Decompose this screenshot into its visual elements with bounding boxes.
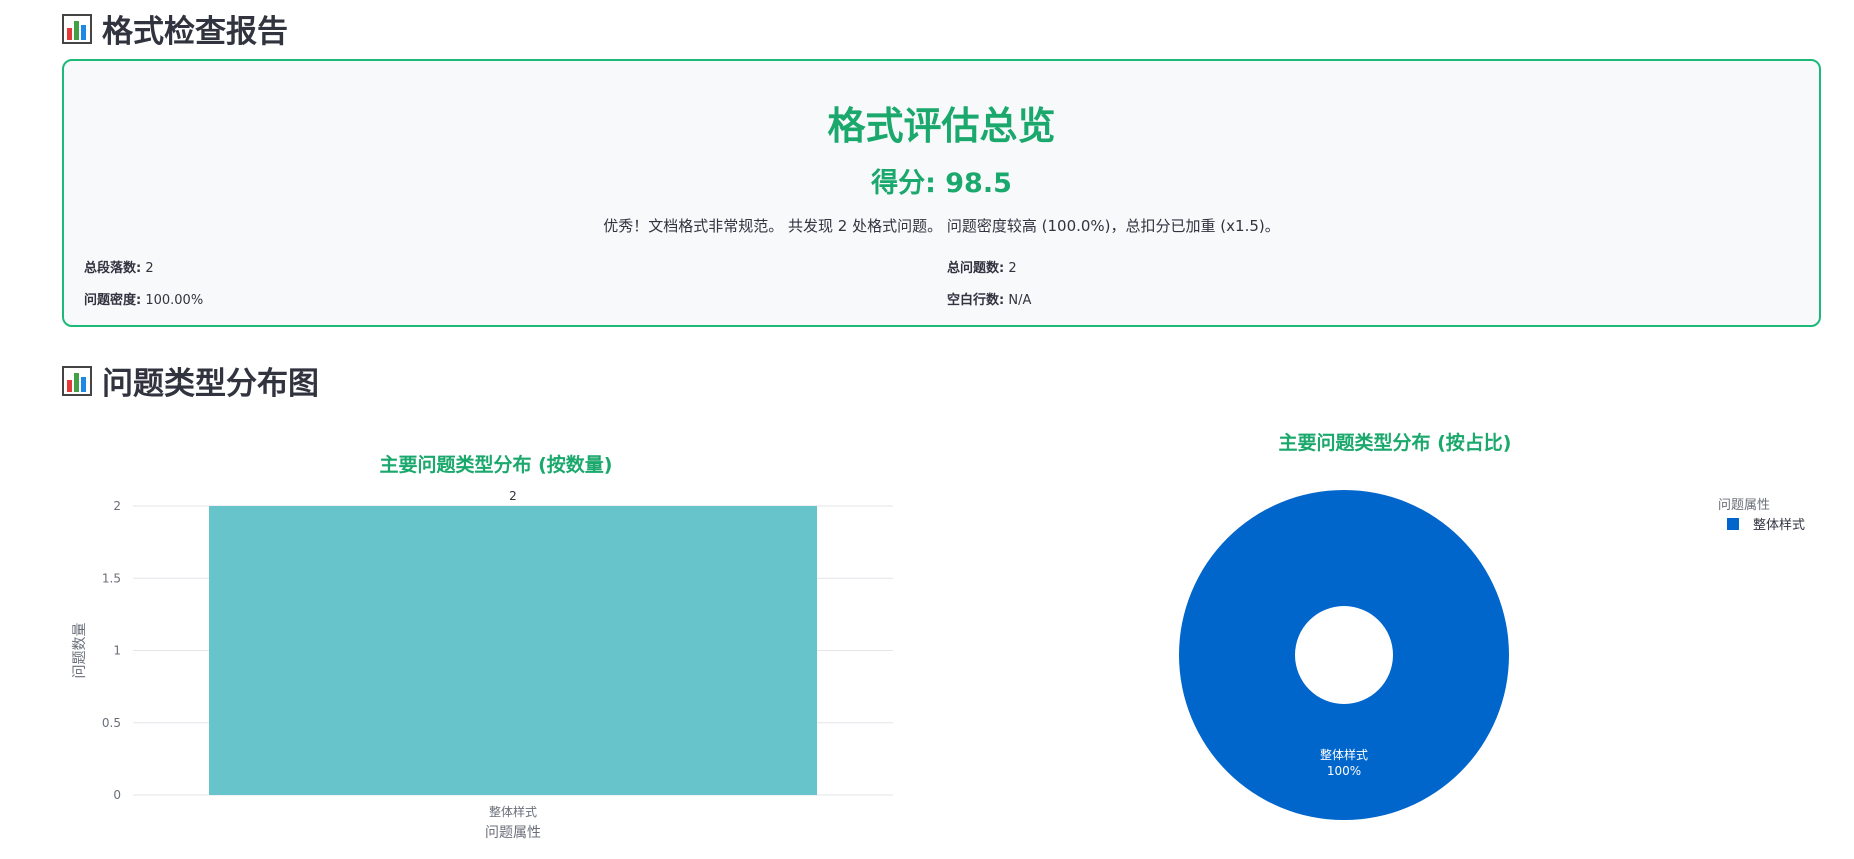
bar-chart-icon bbox=[62, 365, 92, 396]
y-tick-label: 0 bbox=[113, 788, 121, 802]
distribution-title: 问题类型分布图 bbox=[62, 358, 319, 403]
pie-slice-percent: 100% bbox=[1327, 764, 1361, 778]
y-tick-label: 1.5 bbox=[102, 571, 121, 585]
stat-blank-lines: 空白行数: N/A bbox=[947, 289, 1031, 308]
stat-value: 2 bbox=[145, 261, 154, 276]
bar-chart-title: 主要问题类型分布 (按数量) bbox=[379, 454, 613, 476]
legend-item-label: 整体样式 bbox=[1753, 518, 1806, 533]
summary-heading: 格式评估总览 bbox=[827, 104, 1056, 148]
y-tick-label: 1 bbox=[113, 644, 121, 658]
x-tick-label: 整体样式 bbox=[489, 804, 537, 819]
score-value: 得分: 98.5 bbox=[871, 168, 1012, 199]
bar-chart: 0 0.5 1 1.5 2 2 整体样式问题属性 问题数量 bbox=[72, 489, 893, 841]
pie-chart-title: 主要问题类型分布 (按占比) bbox=[1278, 432, 1512, 454]
stat-value: 100.00% bbox=[145, 293, 204, 308]
stat-issue-density: 问题密度: 100.00% bbox=[84, 289, 203, 308]
stat-issue-count: 总问题数: 2 bbox=[947, 257, 1017, 276]
y-tick-label: 0.5 bbox=[102, 716, 121, 730]
pie-slice-label: 整体样式 bbox=[1320, 747, 1368, 762]
bar-chart-icon bbox=[62, 13, 92, 44]
bar-data-label: 2 bbox=[509, 489, 517, 503]
x-axis-label: 问题属性 bbox=[485, 825, 541, 841]
stat-label: 总段落数: bbox=[84, 261, 142, 276]
y-axis-label: 问题数量 bbox=[72, 623, 88, 679]
summary-description: 优秀！文档格式非常规范。 共发现 2 处格式问题。 问题密度较高 (100.0%… bbox=[603, 217, 1280, 235]
legend-item[interactable]: 整体样式 bbox=[1727, 514, 1805, 533]
legend-title: 问题属性 bbox=[1718, 498, 1771, 513]
distribution-title-text: 问题类型分布图 bbox=[102, 366, 319, 402]
bar bbox=[209, 506, 817, 795]
report-title-text: 格式检查报告 bbox=[102, 14, 288, 50]
report-page: 格式检查报告 格式评估总览 得分: 98.5 优秀！文档格式非常规范。 共发现 … bbox=[0, 0, 1854, 859]
report-title: 格式检查报告 bbox=[62, 6, 288, 51]
stat-label: 总问题数: bbox=[947, 261, 1005, 276]
y-tick-label: 2 bbox=[113, 499, 121, 513]
legend-swatch bbox=[1727, 517, 1739, 530]
stat-label: 问题密度: bbox=[84, 293, 142, 308]
pie-chart: 整体样式 100% bbox=[1179, 489, 1509, 821]
stat-value: N/A bbox=[1008, 293, 1032, 308]
stat-value: 2 bbox=[1008, 261, 1017, 276]
stat-paragraph-count: 总段落数: 2 bbox=[84, 257, 154, 276]
summary-card: 格式评估总览 得分: 98.5 优秀！文档格式非常规范。 共发现 2 处格式问题… bbox=[62, 59, 1821, 327]
stat-label: 空白行数: bbox=[947, 293, 1005, 308]
